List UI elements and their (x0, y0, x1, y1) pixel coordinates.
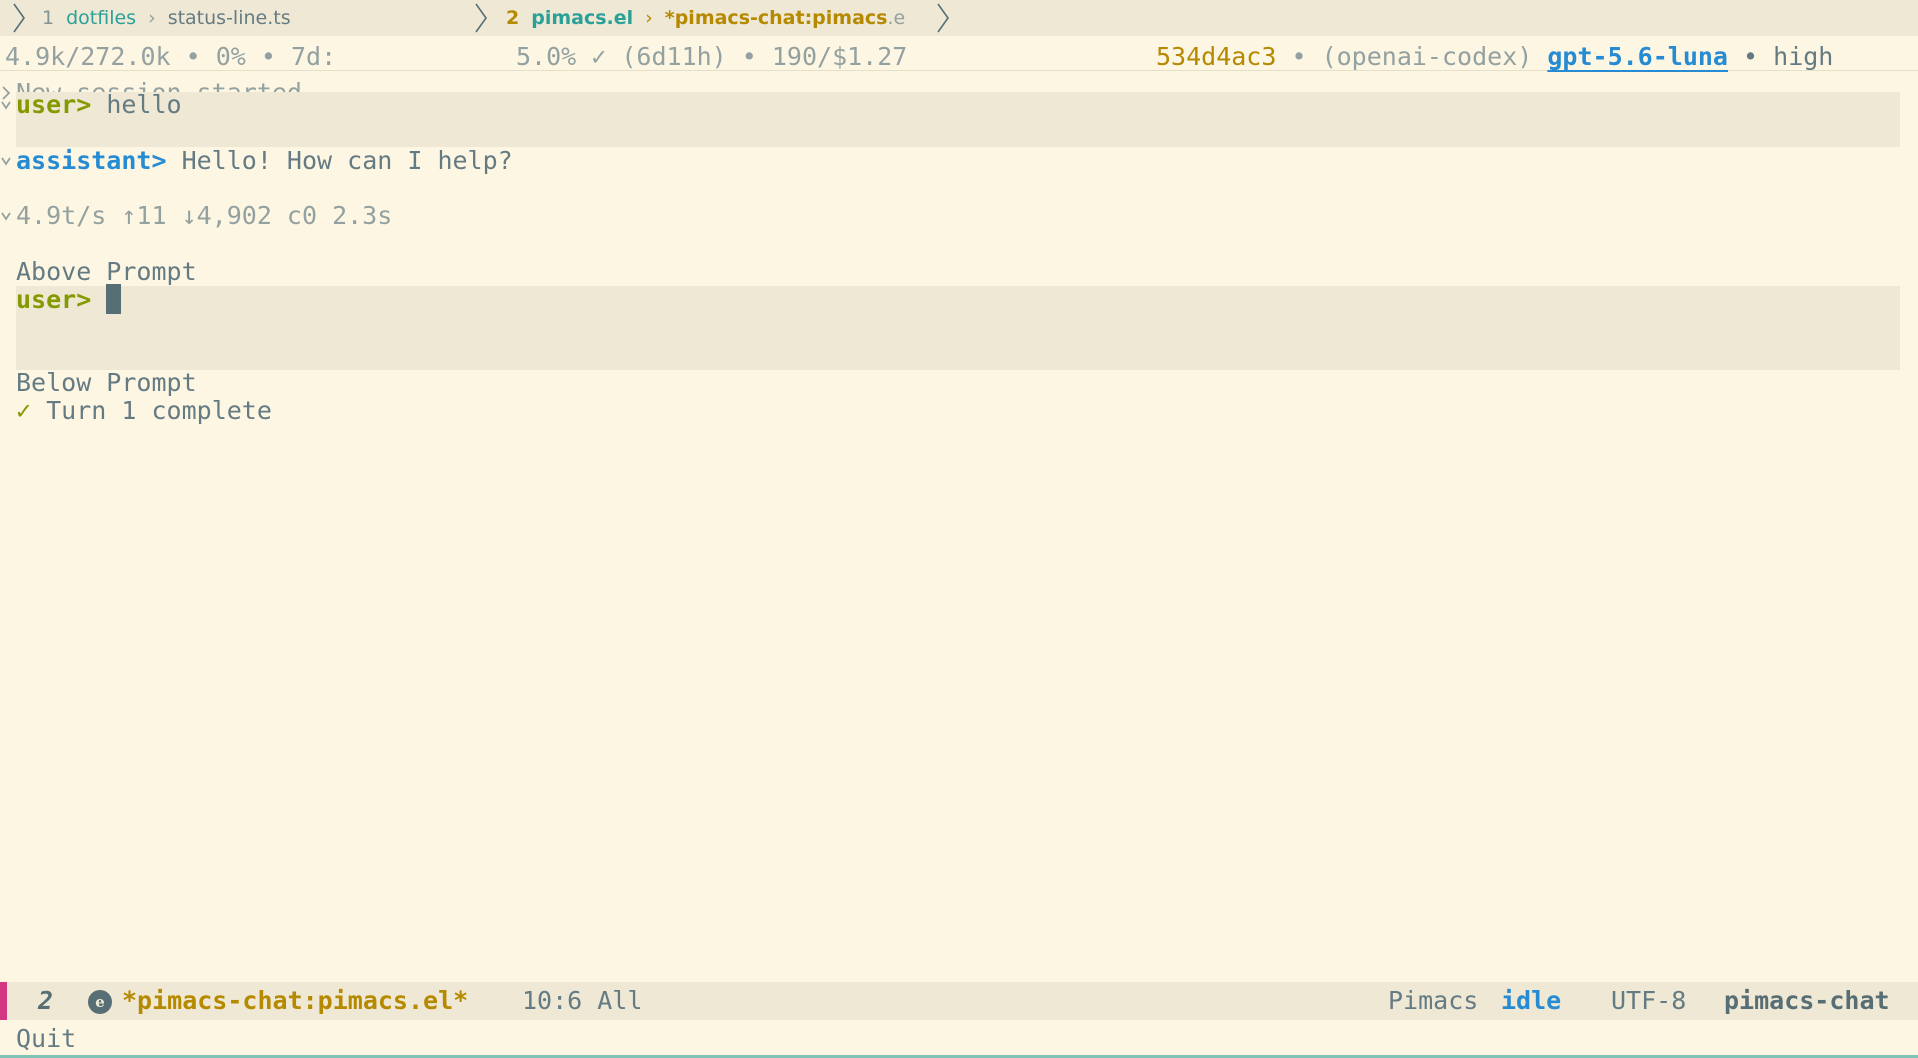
tab-separator: › (645, 7, 653, 29)
echo-area: Quit (16, 1024, 77, 1053)
chevron-down-icon[interactable] (0, 199, 14, 233)
assistant-message-text: Hello! How can I help? (181, 146, 513, 175)
tab-separator: › (148, 7, 156, 29)
provider: • (openai-codex) (1276, 42, 1548, 71)
turn-status-text: Turn 1 complete (46, 396, 272, 425)
quota-usage: 5.0% ✓ (6d11h) • 190/$1.27 (516, 42, 908, 71)
tab-project: dotfiles (66, 7, 137, 29)
assistant-tag: assistant> (16, 146, 167, 175)
user-message: user> hello (16, 88, 182, 122)
cursor-position: 10:6 All (522, 986, 643, 1015)
prompt-input-area[interactable] (16, 286, 1900, 370)
tab-chevron-icon (474, 0, 488, 36)
user-message-block (16, 92, 1900, 147)
tab-dotfiles[interactable]: 1 dotfiles › status-line.ts (12, 0, 291, 36)
check-icon: ✓ (16, 396, 32, 425)
mode-line: 2 e *pimacs-chat:pimacs.el* 10:6 All Pim… (0, 982, 1918, 1020)
token-usage: 4.9k/272.0k • 0% • 7d: (5, 42, 337, 71)
tab-file: *pimacs-chat:pimacs (664, 7, 888, 29)
prompt-input[interactable]: user> (16, 283, 122, 317)
active-window-indicator (0, 982, 7, 1020)
tab-project: pimacs.el (531, 7, 634, 29)
tab-file: status-line.ts (167, 7, 291, 29)
tab-file-tail: .e (887, 7, 906, 29)
model-name[interactable]: gpt-5.6-luna (1547, 42, 1728, 71)
input-user-tag: user> (16, 285, 92, 314)
turn-status: ✓ Turn 1 complete (16, 394, 272, 428)
user-message-text: hello (106, 90, 182, 119)
tab-pimacs[interactable]: 2 pimacs.el › *pimacs-chat:pimacs .e (474, 0, 905, 36)
agent-state: idle (1501, 986, 1562, 1015)
tab-number: 1 (42, 7, 55, 29)
tab-chevron-icon (12, 0, 26, 36)
header-line: 4.9k/272.0k • 0% • 7d: 5.0% ✓ (6d11h) • … (0, 38, 1918, 71)
model-info: 534d4ac3 • (openai-codex) gpt-5.6-luna •… (1156, 38, 1833, 76)
chevron-down-icon[interactable] (0, 144, 14, 178)
reasoning-effort: • high (1727, 42, 1834, 71)
emacs-icon: e (88, 990, 112, 1014)
chevron-down-icon[interactable] (0, 88, 14, 122)
user-tag: user> (16, 90, 92, 119)
tab-end-chevron-icon (936, 0, 950, 36)
commit-hash: 534d4ac3 (1156, 42, 1277, 71)
buffer-name[interactable]: *pimacs-chat:pimacs.el* (122, 982, 468, 1020)
emacs-frame: 1 dotfiles › status-line.ts 2 pimacs.el … (0, 0, 1918, 1058)
turn-stats: 4.9t/s ↑11 ↓4,902 c0 2.3s (16, 201, 393, 230)
window-number[interactable]: 2 (38, 982, 53, 1020)
major-mode[interactable]: pimacs-chat (1724, 982, 1890, 1020)
encoding[interactable]: UTF-8 (1611, 982, 1686, 1020)
tab-bar: 1 dotfiles › status-line.ts 2 pimacs.el … (0, 0, 1918, 36)
mode-name: Pimacs (1388, 986, 1479, 1015)
text-cursor (106, 284, 122, 314)
tab-number: 2 (506, 7, 520, 29)
assistant-message: assistant> Hello! How can I help? (16, 144, 513, 178)
